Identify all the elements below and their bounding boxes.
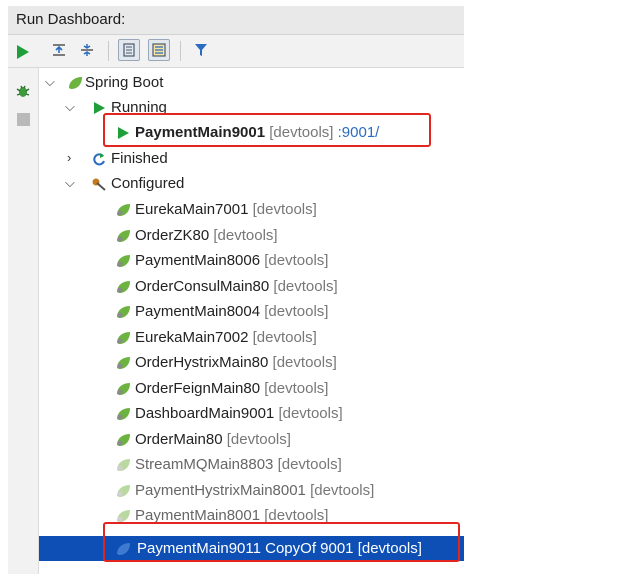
tree-item-configured[interactable]: EurekaMain7001 [devtools]	[39, 197, 464, 222]
tree-item-configured[interactable]: OrderMain80 [devtools]	[39, 427, 464, 452]
panel-title-bar: Run Dashboard:	[8, 6, 464, 35]
toolbar-separator	[180, 41, 181, 61]
highlight-box	[103, 113, 431, 147]
chevron-down-icon[interactable]: ⌵	[65, 175, 75, 191]
toolbar	[8, 35, 464, 68]
devtools-tag: [devtools]	[213, 226, 278, 244]
toolbar-separator	[108, 41, 109, 61]
node-label: Finished	[111, 150, 168, 167]
wrench-icon	[92, 178, 106, 191]
spring-boot-icon	[69, 77, 82, 89]
tree-node-spring-boot[interactable]: ⌵ Spring Boot	[39, 70, 464, 95]
spring-boot-icon	[117, 229, 130, 242]
config-name: StreamMQMain8803	[135, 456, 274, 473]
spring-boot-icon	[117, 331, 130, 344]
spring-boot-icon	[117, 408, 130, 420]
spring-boot-icon	[117, 433, 130, 446]
devtools-tag: [devtools]	[252, 328, 317, 346]
devtools-tag: [devtools]	[264, 379, 329, 397]
devtools-tag: [devtools]	[273, 277, 338, 295]
group-by-status-icon[interactable]	[148, 39, 170, 61]
run-dashboard-panel: Run Dashboard: ⌵ Spring Boot ⌵ Running P…	[8, 6, 464, 574]
config-name: PaymentMain8004	[135, 303, 261, 320]
rerun-icon	[93, 153, 105, 166]
devtools-tag: [devtools]	[252, 201, 317, 218]
config-name: OrderHystrixMain80	[135, 354, 269, 371]
config-name: EurekaMain7001	[135, 201, 249, 218]
spring-boot-icon	[117, 280, 130, 293]
run-icon[interactable]	[12, 41, 34, 63]
spring-boot-icon	[117, 204, 130, 216]
config-name: DashboardMain9001	[135, 405, 275, 422]
chevron-down-icon[interactable]: ⌵	[65, 99, 75, 115]
devtools-tag: [devtools]	[310, 481, 375, 499]
spring-boot-icon	[117, 382, 130, 395]
spring-boot-icon	[117, 306, 130, 318]
tree-item-configured[interactable]: OrderConsulMain80 [devtools]	[39, 274, 464, 299]
panel-title: Run Dashboard:	[16, 11, 126, 28]
spring-boot-icon	[117, 459, 130, 471]
devtools-tag: [devtools]	[264, 303, 329, 320]
stop-icon[interactable]	[12, 108, 34, 130]
spring-boot-icon	[117, 484, 130, 497]
spring-boot-icon	[117, 357, 130, 369]
tree-item-configured[interactable]: EurekaMain7002 [devtools]	[39, 325, 464, 350]
config-name: PaymentHystrixMain8001	[135, 481, 306, 499]
side-action-bar	[8, 45, 39, 574]
chevron-down-icon[interactable]: ⌵	[45, 74, 55, 90]
tree-node-configured[interactable]: ⌵ Configured	[39, 171, 464, 196]
expand-all-icon[interactable]	[48, 39, 70, 61]
node-label: Spring Boot	[85, 74, 164, 91]
group-by-type-icon[interactable]	[118, 39, 140, 61]
devtools-tag: [devtools]	[277, 456, 342, 473]
spring-boot-icon	[117, 255, 130, 267]
tree-item-configured[interactable]: PaymentMain8006 [devtools]	[39, 248, 464, 273]
devtools-tag: [devtools]	[264, 252, 329, 269]
tree-item-configured[interactable]: StreamMQMain8803 [devtools]	[39, 452, 464, 477]
tree-item-configured[interactable]: OrderZK80 [devtools]	[39, 223, 464, 248]
config-name: OrderFeignMain80	[135, 379, 261, 397]
config-name: OrderConsulMain80	[135, 277, 270, 295]
highlight-box	[103, 522, 460, 562]
config-name: OrderMain80	[135, 430, 223, 448]
spring-boot-icon	[117, 510, 130, 522]
devtools-tag: [devtools]	[226, 430, 291, 448]
chevron-right-icon[interactable]: ›	[67, 150, 71, 165]
collapse-all-icon[interactable]	[76, 39, 98, 61]
filter-icon[interactable]	[190, 39, 212, 61]
node-label: Configured	[111, 175, 185, 192]
tree-item-configured[interactable]: OrderFeignMain80 [devtools]	[39, 376, 464, 401]
config-name: PaymentMain8006	[135, 252, 261, 269]
tree-item-configured[interactable]: PaymentHystrixMain8001 [devtools]	[39, 478, 464, 503]
config-name: EurekaMain7002	[135, 328, 249, 346]
debug-icon[interactable]	[12, 80, 34, 102]
devtools-tag: [devtools]	[272, 354, 337, 371]
tree-item-configured[interactable]: OrderHystrixMain80 [devtools]	[39, 350, 464, 375]
devtools-tag: [devtools]	[278, 405, 343, 422]
config-name: OrderZK80	[135, 226, 210, 244]
tree-node-finished[interactable]: › Finished	[39, 146, 464, 171]
tree-item-configured[interactable]: DashboardMain9001 [devtools]	[39, 401, 464, 426]
tree-item-configured[interactable]: PaymentMain8004 [devtools]	[39, 299, 464, 324]
